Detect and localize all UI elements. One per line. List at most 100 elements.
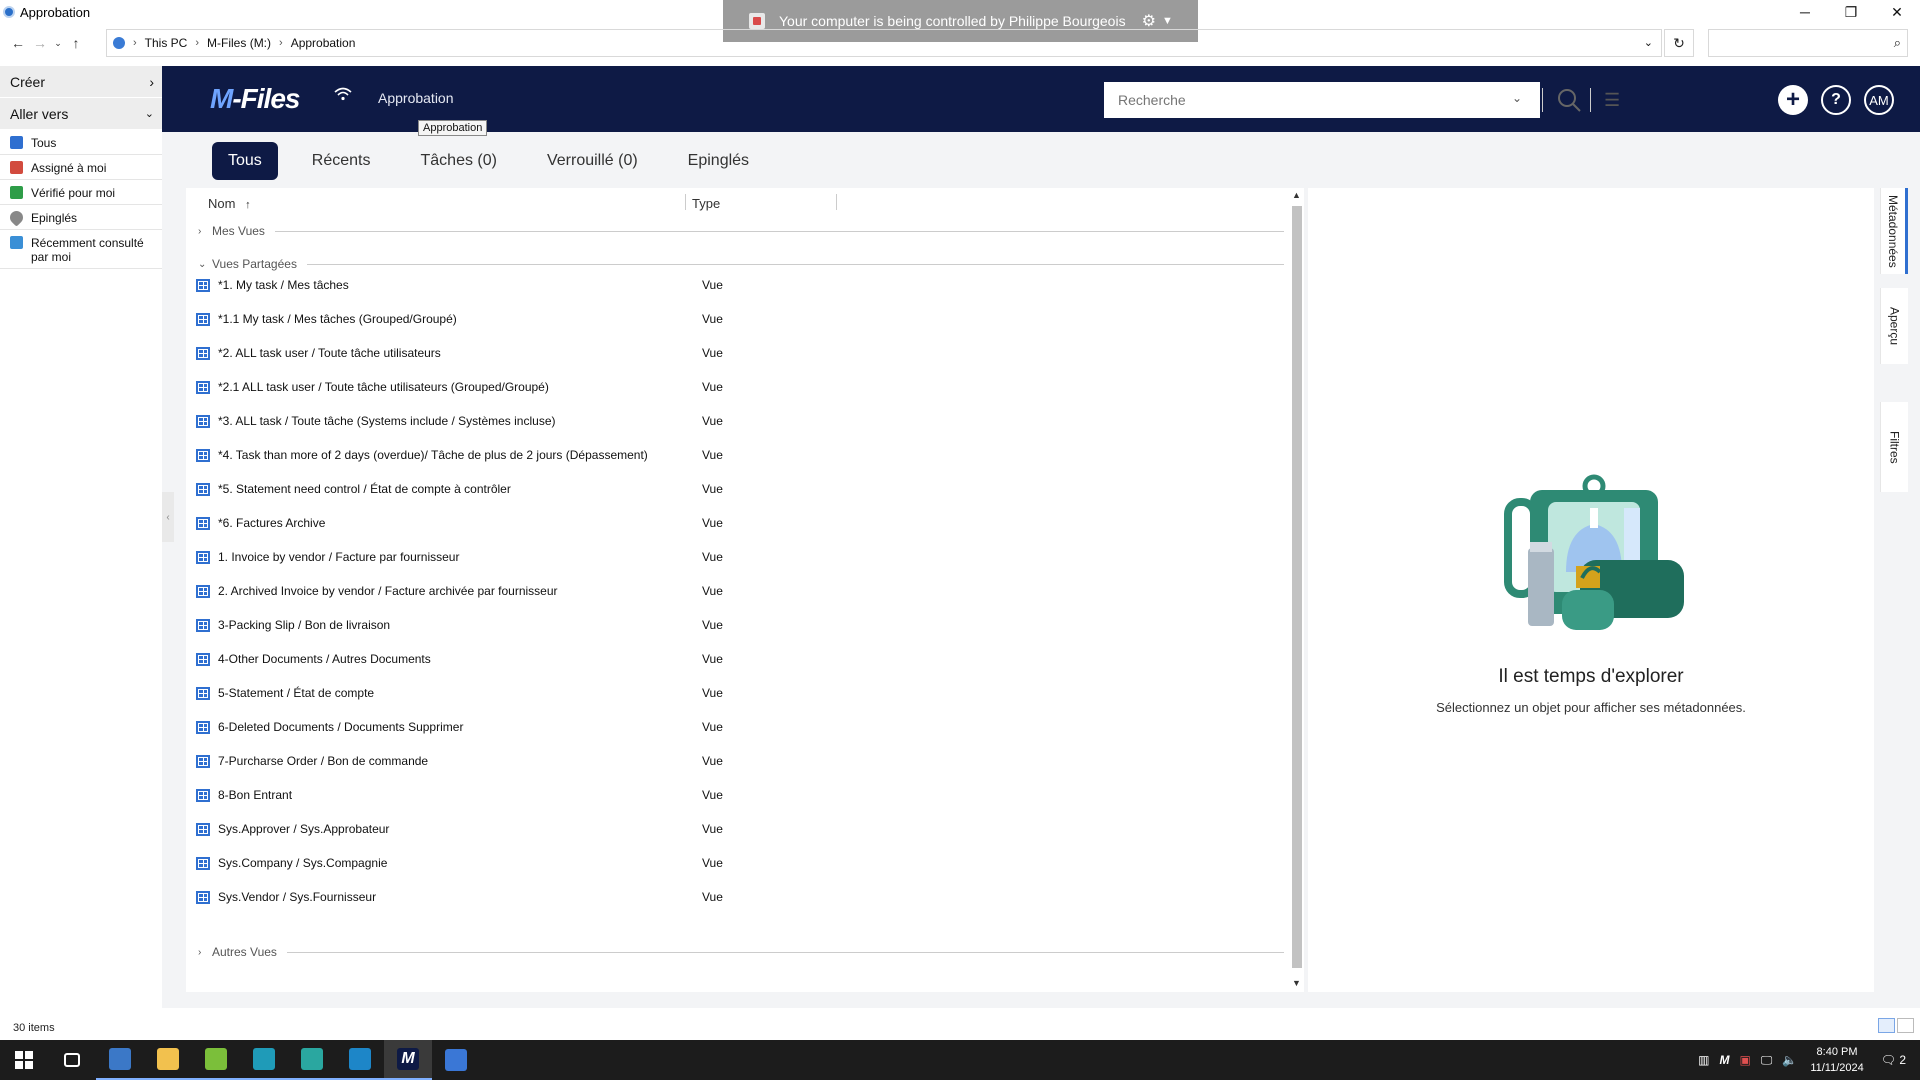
address-dropdown-icon[interactable]: ⌄ (1644, 36, 1653, 49)
scroll-up-icon[interactable]: ▲ (1292, 190, 1301, 200)
list-item[interactable]: *2.1 ALL task user / Toute tâche utilisa… (196, 374, 1276, 400)
up-arrow-icon[interactable]: ↑ (65, 35, 87, 51)
list-item[interactable]: *6. Factures Archive Vue (196, 510, 1276, 536)
list-item[interactable]: 3-Packing Slip / Bon de livraison Vue (196, 612, 1276, 638)
m-files-taskbar-icon[interactable]: M (384, 1040, 432, 1080)
connection-icon[interactable] (334, 86, 352, 106)
logo-m: M (210, 83, 233, 114)
group-other-views[interactable]: › Autres Vues (198, 945, 1284, 959)
tab-metadata[interactable]: Métadonnées (1880, 188, 1908, 274)
breadcrumb-drive[interactable]: M-Files (M:) (207, 36, 271, 50)
sidebar-item-label: Tous (31, 136, 57, 150)
group-divider (286, 951, 1284, 953)
window-title: Approbation (20, 4, 91, 20)
restore-button[interactable]: ❐ (1828, 0, 1874, 24)
list-item[interactable]: 8-Bon Entrant Vue (196, 782, 1276, 808)
list-item[interactable]: *5. Statement need control / État de com… (196, 476, 1276, 502)
tab-filters[interactable]: Filtres (1880, 402, 1908, 492)
tab-tasks[interactable]: Tâches (0) (405, 142, 513, 180)
list-item[interactable]: 6-Deleted Documents / Documents Supprime… (196, 714, 1276, 740)
refresh-button[interactable]: ↻ (1664, 29, 1694, 57)
list-item[interactable]: *1. My task / Mes tâches Vue (196, 272, 1276, 298)
mfiles-logo[interactable]: M-Files (210, 83, 300, 115)
help-button[interactable]: ? (1821, 85, 1851, 115)
tab-pinned[interactable]: Epinglés (672, 142, 765, 180)
collapse-sidebar-icon[interactable]: ‹ (162, 492, 174, 542)
minimize-button[interactable]: ─ (1782, 0, 1828, 24)
search-input[interactable] (1104, 92, 1424, 108)
filter-menu-icon[interactable]: ☰ (1604, 90, 1620, 111)
create-section[interactable]: Créer › (0, 66, 162, 98)
windows-start-icon[interactable] (0, 1040, 48, 1080)
breadcrumb-this-pc[interactable]: This PC (145, 36, 188, 50)
vertical-scrollbar[interactable]: ▲ ▼ (1290, 188, 1304, 992)
list-item[interactable]: Sys.Company / Sys.Compagnie Vue (196, 850, 1276, 876)
tab-checked-out[interactable]: Verrouillé (0) (531, 142, 654, 180)
list-item[interactable]: 4-Other Documents / Autres Documents Vue (196, 646, 1276, 672)
taskbar-clock[interactable]: 8:40 PM 11/11/2024 (1810, 1044, 1863, 1076)
sidebar-item-pinned[interactable]: Epinglés (0, 205, 162, 230)
task-view-icon[interactable] (48, 1040, 96, 1080)
sidebar-item-label: Vérifié pour moi (31, 186, 116, 200)
user-avatar[interactable]: AM (1864, 85, 1894, 115)
list-item[interactable]: Sys.Vendor / Sys.Fournisseur Vue (196, 884, 1276, 910)
list-item[interactable]: *2. ALL task user / Toute tâche utilisat… (196, 340, 1276, 366)
view-icon (196, 346, 210, 360)
address-bar[interactable]: › This PC › M-Files (M:) › Approbation ⌄ (106, 29, 1662, 57)
goto-section[interactable]: Aller vers ⌄ (0, 98, 162, 130)
close-button[interactable]: ✕ (1874, 0, 1920, 24)
view-icon (196, 278, 210, 292)
list-item[interactable]: Sys.Approver / Sys.Approbateur Vue (196, 816, 1276, 842)
taskbar-app-icon[interactable] (96, 1040, 144, 1080)
column-header-type[interactable]: Type (692, 196, 720, 211)
group-shared-views[interactable]: ⌄ Vues Partagées (198, 257, 1284, 271)
back-arrow-icon[interactable]: ← (7, 35, 29, 51)
list-item[interactable]: *4. Task than more of 2 days (overdue)/ … (196, 442, 1276, 468)
breadcrumb-vault[interactable]: Approbation (291, 36, 356, 50)
tab-preview[interactable]: Aperçu (1880, 288, 1908, 364)
forward-arrow-icon[interactable]: → (29, 35, 51, 51)
m-files-tray-icon[interactable]: M (1719, 1053, 1729, 1067)
tray-app-icon[interactable]: ▥ (1698, 1053, 1709, 1067)
sidebar-item-assigned[interactable]: Assigné à moi (0, 155, 162, 180)
explorer-search-input[interactable]: ⌕ (1708, 29, 1908, 57)
column-separator[interactable] (836, 194, 837, 210)
group-label: Vues Partagées (212, 257, 297, 271)
list-item[interactable]: 2. Archived Invoice by vendor / Facture … (196, 578, 1276, 604)
list-item[interactable]: 5-Statement / État de compte Vue (196, 680, 1276, 706)
details-view-icon[interactable] (1878, 1018, 1895, 1033)
group-my-views[interactable]: › Mes Vues (198, 224, 1284, 238)
list-item[interactable]: 1. Invoice by vendor / Facture par fourn… (196, 544, 1276, 570)
chevron-down-icon[interactable]: ▼ (1162, 15, 1173, 27)
search-options-chevron-icon[interactable]: ⌄ (1512, 91, 1522, 105)
system-tray: ▥ M ▣ 🖵 🔈 8:40 PM 11/11/2024 🗨 2 (1693, 1040, 1920, 1080)
column-separator[interactable] (685, 194, 686, 210)
list-item[interactable]: 7-Purcharse Order / Bon de commande Vue (196, 748, 1276, 774)
list-item[interactable]: *3. ALL task / Toute tâche (Systems incl… (196, 408, 1276, 434)
vault-name[interactable]: Approbation (378, 90, 454, 106)
recent-chevron-icon[interactable]: ⌄ (51, 38, 65, 49)
view-name: *6. Factures Archive (218, 516, 326, 530)
network-icon[interactable]: 🖵 (1761, 1053, 1773, 1068)
list-item[interactable]: *1.1 My task / Mes tâches (Grouped/Group… (196, 306, 1276, 332)
taskbar-app-icon[interactable] (240, 1040, 288, 1080)
sidebar-item-checked-out[interactable]: Vérifié pour moi (0, 180, 162, 205)
column-header-name[interactable]: Nom ↑ (208, 196, 251, 211)
scroll-down-icon[interactable]: ▼ (1292, 978, 1301, 988)
taskbar-app-icon[interactable] (432, 1040, 480, 1080)
tab-recent[interactable]: Récents (296, 142, 387, 180)
taskbar-app-icon[interactable] (336, 1040, 384, 1080)
sidebar-item-recent[interactable]: Récemment consulté par moi (0, 230, 162, 269)
list-view-icon[interactable] (1897, 1018, 1914, 1033)
tray-app-icon[interactable]: ▣ (1739, 1053, 1750, 1067)
taskbar-app-icon[interactable] (288, 1040, 336, 1080)
create-new-button[interactable]: + (1778, 85, 1808, 115)
sidebar-item-all[interactable]: Tous (0, 130, 162, 155)
volume-icon[interactable]: 🔈 (1782, 1053, 1797, 1067)
notification-icon[interactable]: 🗨 2 (1881, 1053, 1906, 1067)
file-explorer-icon[interactable] (144, 1040, 192, 1080)
taskbar-app-icon[interactable] (192, 1040, 240, 1080)
search-icon[interactable] (1556, 87, 1582, 113)
tab-all[interactable]: Tous (212, 142, 278, 180)
scrollbar-thumb[interactable] (1292, 206, 1302, 968)
